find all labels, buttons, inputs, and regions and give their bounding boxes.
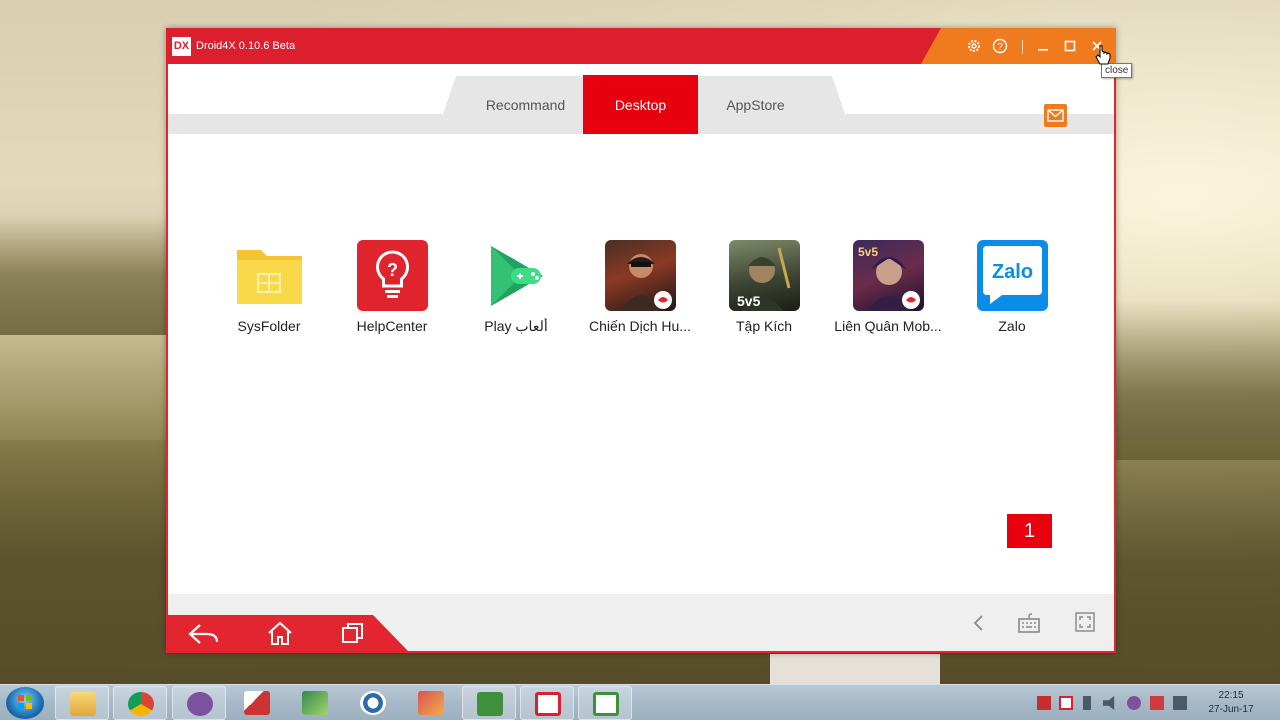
settings-icon[interactable] xyxy=(964,36,984,56)
app-taskbar-item[interactable] xyxy=(404,686,458,720)
svg-text:5v5: 5v5 xyxy=(858,245,878,259)
app-label: Zalo xyxy=(998,318,1026,334)
lightbulb-question-icon: ? xyxy=(356,240,428,311)
chevron-left-icon[interactable] xyxy=(972,613,986,638)
svg-text:?: ? xyxy=(997,42,1003,53)
tab-appstore[interactable]: AppStore xyxy=(698,75,813,134)
chrome-icon xyxy=(128,692,154,716)
folder-icon xyxy=(234,240,305,311)
fullscreen-icon[interactable] xyxy=(1074,611,1096,638)
droid4x-logo: DX xyxy=(172,37,191,56)
windows-taskbar: 22:15 27-Jun-17 xyxy=(0,684,1280,720)
help-icon[interactable]: ? xyxy=(990,36,1010,56)
app-sysfolder[interactable]: SysFolder xyxy=(210,240,328,340)
bottom-nav-bar xyxy=(168,594,1114,651)
viber-taskbar-item[interactable] xyxy=(172,686,226,720)
app-label: Tập Kích xyxy=(735,318,793,334)
app-helpcenter[interactable]: ? HelpCenter xyxy=(333,240,451,340)
clock-time: 22:15 xyxy=(1218,690,1244,701)
droid4x-window: DX Droid4X 0.10.6 Beta ? Recommand Deskt… xyxy=(166,28,1116,653)
app-icon xyxy=(360,691,386,715)
play-games-icon xyxy=(481,240,552,311)
game-icon xyxy=(604,240,676,311)
title-bar[interactable]: DX Droid4X 0.10.6 Beta ? xyxy=(166,28,1116,64)
mail-icon[interactable] xyxy=(1044,104,1067,127)
wallpaper-figure xyxy=(770,654,940,684)
recent-apps-icon[interactable] xyxy=(340,621,366,650)
camtasia-taskbar-item[interactable] xyxy=(462,686,516,720)
app-label: Liên Quân Mob... xyxy=(834,318,942,334)
app-zalo[interactable]: Zalo Zalo xyxy=(953,240,1071,340)
windows-start-icon[interactable] xyxy=(6,687,44,719)
tab-desktop[interactable]: Desktop xyxy=(583,75,698,134)
app-lien-quan[interactable]: 5v5 Liên Quân Mob... xyxy=(829,240,947,340)
wallpaper-trees-right xyxy=(1115,300,1280,460)
app-play-games[interactable]: Play ألعاب xyxy=(457,240,575,340)
viber-icon xyxy=(187,692,213,716)
taskbar-clock[interactable]: 22:15 27-Jun-17 xyxy=(1200,689,1262,717)
explorer-taskbar-item[interactable] xyxy=(55,686,109,720)
game-icon: 5v5 xyxy=(852,240,924,311)
camtasia-icon xyxy=(477,692,503,716)
app-icon xyxy=(244,691,270,715)
mouse-pointer xyxy=(1095,45,1111,65)
tool-icon xyxy=(418,691,444,715)
app-taskbar-item[interactable] xyxy=(288,686,342,720)
back-arrow-icon[interactable] xyxy=(186,621,222,652)
window-title: Droid4X 0.10.6 Beta xyxy=(196,40,296,52)
droid4x-tray-icon[interactable] xyxy=(1059,696,1073,710)
tray-app-icon[interactable] xyxy=(1037,696,1051,710)
battery-icon[interactable] xyxy=(1083,696,1091,710)
app-tap-kich[interactable]: 5v5 Tập Kích xyxy=(705,240,823,340)
game-icon: 5v5 xyxy=(728,240,800,311)
tab-recommand[interactable]: Recommand xyxy=(468,75,583,134)
camtasia-recorder-taskbar-item[interactable] xyxy=(578,686,632,720)
app-chien-dich[interactable]: Chiến Dịch Hu... xyxy=(581,240,699,340)
minimize-icon[interactable] xyxy=(1033,36,1053,56)
app-taskbar-item[interactable] xyxy=(346,686,400,720)
app-label: Play ألعاب xyxy=(484,318,548,334)
keyboard-icon[interactable] xyxy=(1017,611,1041,640)
pen-icon xyxy=(302,691,328,715)
svg-text:5v5: 5v5 xyxy=(737,293,761,309)
home-icon[interactable] xyxy=(266,620,294,651)
maximize-icon[interactable] xyxy=(1060,36,1080,56)
app-label: Chiến Dịch Hu... xyxy=(589,318,691,334)
clock-date: 27-Jun-17 xyxy=(1208,704,1254,715)
page-indicator[interactable]: 1 xyxy=(1007,514,1052,548)
titlebar-separator xyxy=(1022,40,1023,54)
viber-tray-icon[interactable] xyxy=(1127,696,1141,710)
camtasia-icon xyxy=(593,692,619,716)
svg-text:?: ? xyxy=(387,260,398,280)
chrome-taskbar-item[interactable] xyxy=(113,686,167,720)
zalo-icon: Zalo xyxy=(976,240,1048,311)
desktop-area: Recommand Desktop AppStore SysFolder ? H… xyxy=(168,64,1114,594)
network-status-icon[interactable] xyxy=(1173,696,1187,710)
close-tooltip: close xyxy=(1101,63,1133,78)
network-icon[interactable] xyxy=(1150,696,1164,710)
folder-icon xyxy=(70,692,96,716)
wallpaper-trees-left xyxy=(0,215,170,335)
app-label: HelpCenter xyxy=(356,318,428,334)
droid4x-icon xyxy=(535,692,561,716)
droid4x-taskbar-item[interactable] xyxy=(520,686,574,720)
app-label: SysFolder xyxy=(237,318,301,334)
zalo-logo-text: Zalo xyxy=(991,261,1032,283)
app-taskbar-item[interactable] xyxy=(230,686,284,720)
volume-icon[interactable] xyxy=(1103,696,1115,710)
